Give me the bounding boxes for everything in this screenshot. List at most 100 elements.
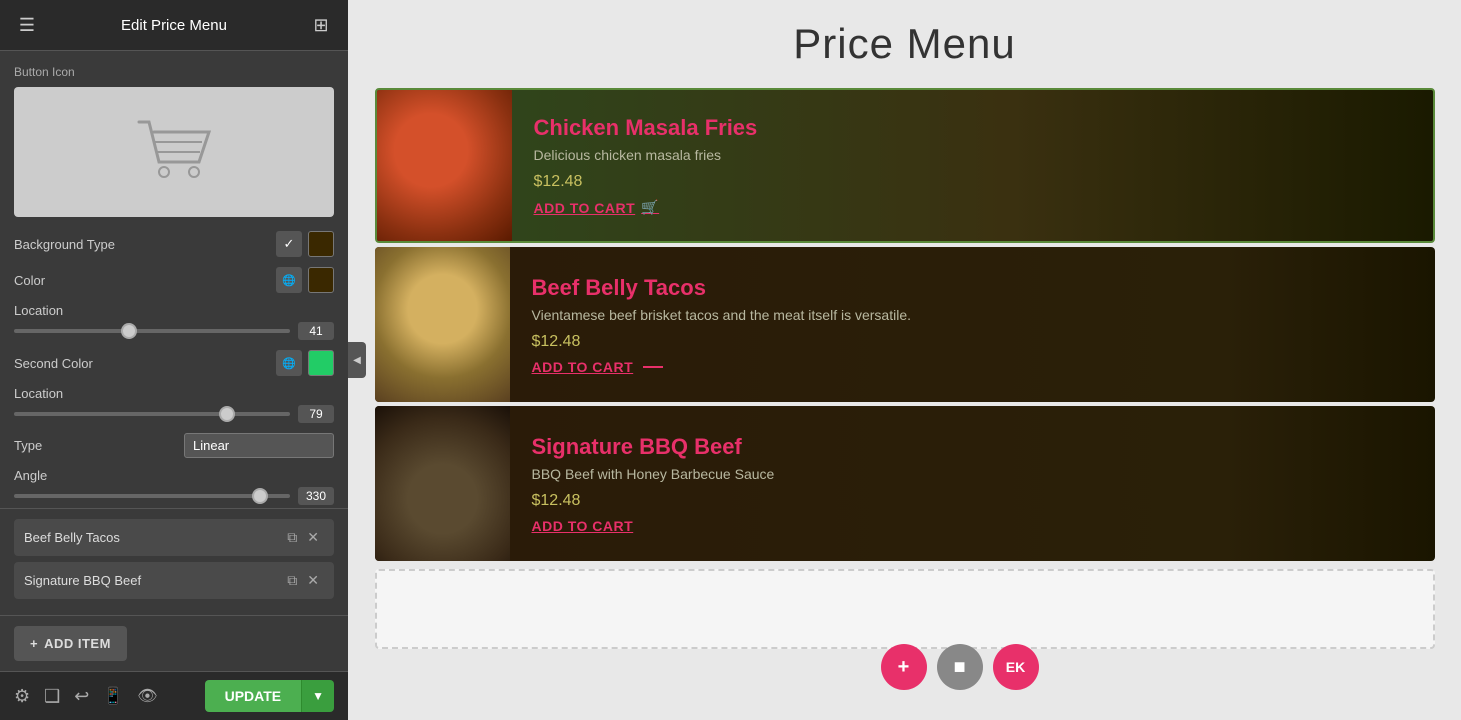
- angle-slider-row: Angle 330: [14, 468, 334, 505]
- items-section: Beef Belly Tacos ⧉ ✕ Signature BBQ Beef …: [0, 508, 348, 615]
- menu-card-2-desc: Vientamese beef brisket tacos and the me…: [532, 307, 1413, 323]
- menu-card-2-name: Beef Belly Tacos: [532, 275, 1413, 301]
- icon-preview-box: [14, 87, 334, 217]
- bg-type-controls: ✓: [276, 231, 334, 257]
- panel-scroll-area: Button Icon Background Type ✓: [0, 51, 348, 508]
- menu-card-2-image: [375, 247, 510, 402]
- menu-card-2-price: $12.48: [532, 333, 1413, 351]
- panel-header: ☰ Edit Price Menu ⊞: [0, 0, 348, 51]
- menu-card-3-name: Signature BBQ Beef: [532, 434, 1413, 460]
- add-to-cart-3-button[interactable]: ADD TO CART: [532, 518, 1413, 534]
- collapse-panel-button[interactable]: ◀: [348, 342, 366, 378]
- panel-title: Edit Price Menu: [121, 17, 227, 34]
- cart-icon-2: [643, 366, 663, 368]
- list-item: Beef Belly Tacos ⧉ ✕: [14, 519, 334, 556]
- menu-card-1-price: $12.48: [534, 173, 1411, 191]
- add-to-cart-1-label: ADD TO CART: [534, 200, 636, 216]
- bg-type-label: Background Type: [14, 237, 115, 252]
- bg-color-swatch[interactable]: [308, 231, 334, 257]
- angle-value: 330: [298, 487, 334, 505]
- second-location-label: Location: [14, 386, 334, 401]
- angle-slider-wrapper: 330: [14, 487, 334, 505]
- item-2-close-button[interactable]: ✕: [302, 570, 324, 591]
- second-color-globe-button[interactable]: 🌐: [276, 350, 302, 376]
- item-1-label: Beef Belly Tacos: [24, 530, 282, 545]
- update-button[interactable]: UPDATE: [205, 680, 302, 712]
- page-title: Price Menu: [793, 20, 1015, 68]
- plus-icon: +: [30, 636, 38, 651]
- cart-preview-icon: [134, 117, 214, 187]
- color-controls: 🌐: [276, 267, 334, 293]
- location-label: Location: [14, 303, 334, 318]
- menu-card-3: Signature BBQ Beef BBQ Beef with Honey B…: [375, 406, 1435, 561]
- menu-card-1-image: [377, 90, 512, 241]
- update-dropdown-button[interactable]: ▼: [301, 680, 334, 712]
- menu-icon: ☰: [19, 15, 35, 36]
- color-row: Color 🌐: [14, 267, 334, 293]
- fab-group: + ■ EK: [881, 644, 1039, 690]
- fab-edit-button[interactable]: EK: [993, 644, 1039, 690]
- toolbar-left: ⚙ ❑ ↩ 📱 👁: [14, 686, 158, 707]
- type-select[interactable]: Linear Radial: [184, 433, 334, 458]
- menu-card-1-body: Chicken Masala Fries Delicious chicken m…: [512, 90, 1433, 241]
- item-1-close-button[interactable]: ✕: [302, 527, 324, 548]
- bottom-toolbar: ⚙ ❑ ↩ 📱 👁 UPDATE ▼: [0, 671, 348, 720]
- color-label: Color: [14, 273, 45, 288]
- add-to-cart-3-label: ADD TO CART: [532, 518, 634, 534]
- undo-button[interactable]: ↩: [74, 686, 89, 707]
- phone-button[interactable]: 📱: [103, 686, 123, 707]
- item-2-copy-button[interactable]: ⧉: [282, 570, 302, 591]
- second-location-slider[interactable]: [14, 412, 290, 416]
- menu-card-3-image: [375, 406, 510, 561]
- type-row: Type Linear Radial: [14, 433, 334, 458]
- menu-card-2-body: Beef Belly Tacos Vientamese beef brisket…: [510, 247, 1435, 402]
- second-color-label: Second Color: [14, 356, 93, 371]
- layers-button[interactable]: ❑: [44, 686, 60, 707]
- menu-card-3-body: Signature BBQ Beef BBQ Beef with Honey B…: [510, 406, 1435, 561]
- cart-icon-1: 🛒: [641, 199, 659, 216]
- empty-drop-area[interactable]: [375, 569, 1435, 649]
- menu-card-1-desc: Delicious chicken masala fries: [534, 147, 1411, 163]
- location-value: 41: [298, 322, 334, 340]
- add-item-section: + ADD ITEM: [0, 615, 348, 671]
- second-location-slider-wrapper: 79: [14, 405, 334, 423]
- item-2-label: Signature BBQ Beef: [24, 573, 282, 588]
- add-to-cart-1-button[interactable]: ADD TO CART 🛒: [534, 199, 1411, 216]
- main-area: Price Menu Chicken Masala Fries Deliciou…: [348, 0, 1461, 720]
- add-item-label: ADD ITEM: [44, 636, 111, 651]
- location-slider-wrapper: 41: [14, 322, 334, 340]
- second-color-swatch[interactable]: [308, 350, 334, 376]
- fab-add-button[interactable]: +: [881, 644, 927, 690]
- second-location-value: 79: [298, 405, 334, 423]
- add-to-cart-2-button[interactable]: ADD TO CART: [532, 359, 1413, 375]
- color-swatch[interactable]: [308, 267, 334, 293]
- fab-stop-button[interactable]: ■: [937, 644, 983, 690]
- background-type-row: Background Type ✓: [14, 231, 334, 257]
- left-panel: ☰ Edit Price Menu ⊞ Button Icon: [0, 0, 348, 720]
- menu-card-1: Chicken Masala Fries Delicious chicken m…: [375, 88, 1435, 243]
- grid-icon-button[interactable]: ⊞: [308, 12, 334, 38]
- bg-check-button[interactable]: ✓: [276, 231, 302, 257]
- section-button-icon-label: Button Icon: [14, 65, 334, 79]
- menu-icon-button[interactable]: ☰: [14, 12, 40, 38]
- menu-list: Chicken Masala Fries Delicious chicken m…: [375, 88, 1435, 649]
- item-1-copy-button[interactable]: ⧉: [282, 527, 302, 548]
- color-globe-button[interactable]: 🌐: [276, 267, 302, 293]
- second-location-slider-row: Location 79: [14, 386, 334, 423]
- menu-card-3-price: $12.48: [532, 492, 1413, 510]
- type-label: Type: [14, 438, 42, 453]
- gear-button[interactable]: ⚙: [14, 686, 30, 707]
- check-icon: ✓: [284, 236, 295, 252]
- menu-card-1-name: Chicken Masala Fries: [534, 115, 1411, 141]
- angle-slider[interactable]: [14, 494, 290, 498]
- location-slider[interactable]: [14, 329, 290, 333]
- second-color-controls: 🌐: [276, 350, 334, 376]
- grid-icon: ⊞: [313, 15, 328, 36]
- add-item-button[interactable]: + ADD ITEM: [14, 626, 127, 661]
- second-color-row: Second Color 🌐: [14, 350, 334, 376]
- eye-button[interactable]: 👁: [137, 686, 157, 707]
- location-slider-row: Location 41: [14, 303, 334, 340]
- angle-label: Angle: [14, 468, 334, 483]
- update-btn-group: UPDATE ▼: [205, 680, 334, 712]
- add-to-cart-2-label: ADD TO CART: [532, 359, 634, 375]
